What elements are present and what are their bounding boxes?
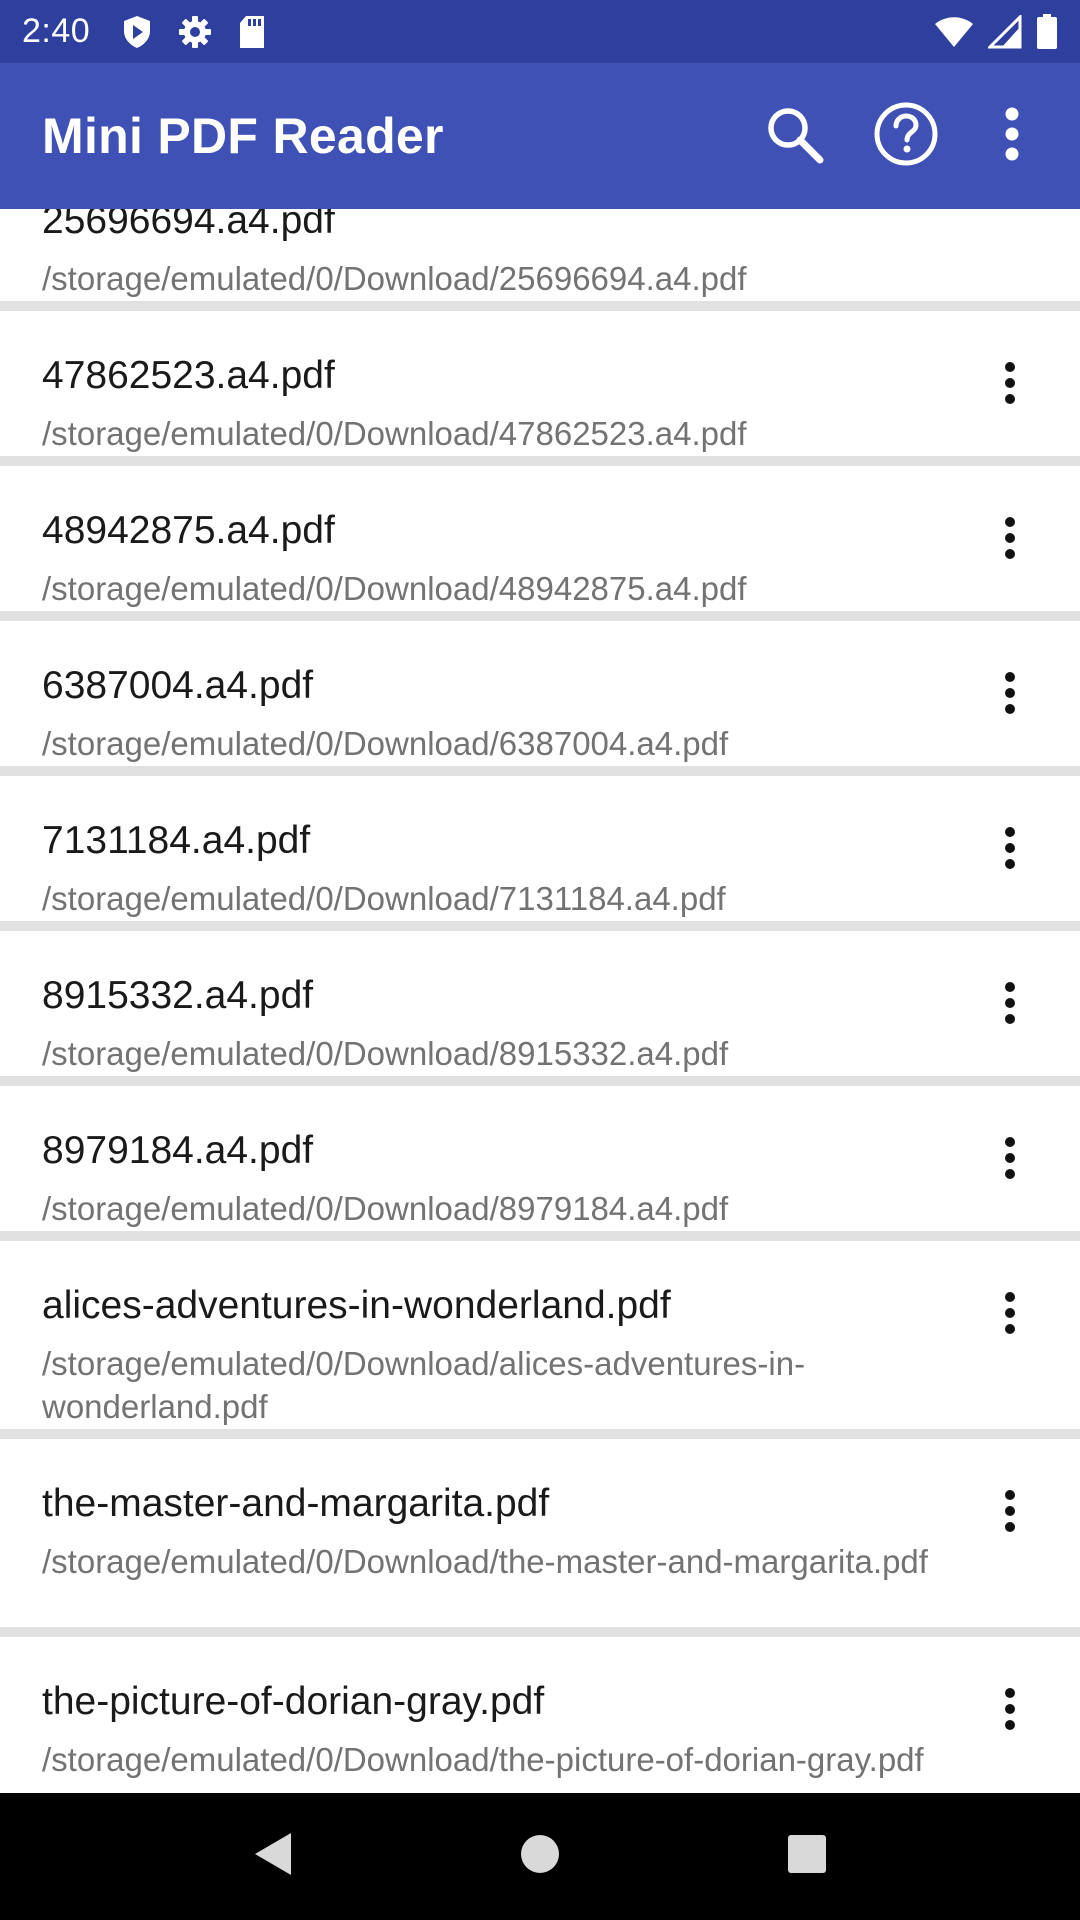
more-vert-icon <box>1002 981 1018 1030</box>
help-icon <box>873 101 939 172</box>
file-path: /storage/emulated/0/Download/the-master-… <box>42 1543 928 1580</box>
app-actions <box>738 80 1080 192</box>
file-path: /storage/emulated/0/Download/7131184.a4.… <box>42 880 726 917</box>
home-button[interactable] <box>470 1802 610 1912</box>
search-icon <box>764 104 824 169</box>
wifi-icon <box>934 16 974 48</box>
search-button[interactable] <box>738 80 850 192</box>
file-item-menu-button[interactable] <box>970 490 1050 590</box>
file-name: 25696694.a4.pdf <box>42 209 335 242</box>
more-vert-icon <box>1002 1136 1018 1185</box>
overflow-menu-button[interactable] <box>962 80 1062 192</box>
file-list-track: 25696694.a4.pdf /storage/emulated/0/Down… <box>0 209 1080 1793</box>
file-item[interactable]: 47862523.a4.pdf /storage/emulated/0/Down… <box>0 311 1080 456</box>
file-item-menu-button[interactable] <box>970 800 1050 900</box>
file-item[interactable]: the-master-and-margarita.pdf /storage/em… <box>0 1439 1080 1627</box>
file-name: 47862523.a4.pdf <box>42 354 335 397</box>
file-item-menu-button[interactable] <box>970 1265 1050 1365</box>
more-vert-icon <box>1002 826 1018 875</box>
file-item[interactable]: the-picture-of-dorian-gray.pdf /storage/… <box>0 1637 1080 1793</box>
status-time: 2:40 <box>22 12 91 50</box>
file-path: /storage/emulated/0/Download/25696694.a4… <box>42 260 747 297</box>
file-name: 8915332.a4.pdf <box>42 974 314 1017</box>
sd-card-icon <box>238 15 266 49</box>
file-name: the-picture-of-dorian-gray.pdf <box>42 1680 545 1723</box>
app-title: Mini PDF Reader <box>42 108 444 164</box>
recents-button[interactable] <box>737 1802 877 1912</box>
recents-icon <box>787 1834 827 1879</box>
battery-icon <box>1036 13 1058 50</box>
file-item[interactable]: 8979184.a4.pdf /storage/emulated/0/Downl… <box>0 1086 1080 1231</box>
more-vert-icon <box>1002 1489 1018 1538</box>
status-notification-icons <box>122 15 266 49</box>
file-item[interactable]: 25696694.a4.pdf /storage/emulated/0/Down… <box>0 209 1080 301</box>
file-item-menu-button[interactable] <box>970 1463 1050 1563</box>
status-bar: 2:40 <box>0 0 1080 63</box>
file-item-menu-button[interactable] <box>970 645 1050 745</box>
file-item[interactable]: 8915332.a4.pdf /storage/emulated/0/Downl… <box>0 931 1080 1076</box>
file-path: /storage/emulated/0/Download/8915332.a4.… <box>42 1035 729 1072</box>
navigation-bar <box>0 1793 1080 1920</box>
status-system-icons <box>934 13 1058 50</box>
back-button[interactable] <box>203 1802 343 1912</box>
more-vert-icon <box>1002 671 1018 720</box>
file-item[interactable]: 6387004.a4.pdf /storage/emulated/0/Downl… <box>0 621 1080 766</box>
file-item-menu-button[interactable] <box>970 335 1050 435</box>
file-path: /storage/emulated/0/Download/alices-adve… <box>42 1345 806 1425</box>
signal-icon <box>988 14 1022 49</box>
file-path: /storage/emulated/0/Download/6387004.a4.… <box>42 725 729 762</box>
file-name: 8979184.a4.pdf <box>42 1129 314 1172</box>
file-item-menu-button[interactable] <box>970 1661 1050 1761</box>
app-bar: Mini PDF Reader <box>0 63 1080 209</box>
file-item[interactable]: 7131184.a4.pdf /storage/emulated/0/Downl… <box>0 776 1080 921</box>
more-vert-icon <box>1002 516 1018 565</box>
gear-icon <box>178 15 212 49</box>
more-vert-icon <box>1002 1687 1018 1736</box>
file-list[interactable]: 25696694.a4.pdf /storage/emulated/0/Down… <box>0 209 1080 1793</box>
back-icon <box>253 1831 293 1882</box>
more-vert-icon <box>1002 1291 1018 1340</box>
file-name: 48942875.a4.pdf <box>42 509 335 552</box>
file-path: /storage/emulated/0/Download/8979184.a4.… <box>42 1190 729 1227</box>
help-button[interactable] <box>850 80 962 192</box>
file-item-menu-button[interactable] <box>970 1110 1050 1210</box>
file-path: /storage/emulated/0/Download/47862523.a4… <box>42 415 747 452</box>
file-name: 6387004.a4.pdf <box>42 664 314 707</box>
more-vert-icon <box>1002 106 1022 167</box>
file-item[interactable]: alices-adventures-in-wonderland.pdf /sto… <box>0 1241 1080 1429</box>
file-name: the-master-and-margarita.pdf <box>42 1482 550 1525</box>
file-name: alices-adventures-in-wonderland.pdf <box>42 1284 671 1327</box>
file-item[interactable]: 48942875.a4.pdf /storage/emulated/0/Down… <box>0 466 1080 611</box>
home-icon <box>520 1834 560 1879</box>
shield-icon <box>122 15 152 49</box>
file-item-menu-button[interactable] <box>970 955 1050 1055</box>
file-path: /storage/emulated/0/Download/the-picture… <box>42 1741 924 1778</box>
file-path: /storage/emulated/0/Download/48942875.a4… <box>42 570 747 607</box>
file-name: 7131184.a4.pdf <box>42 819 311 862</box>
more-vert-icon <box>1002 361 1018 410</box>
